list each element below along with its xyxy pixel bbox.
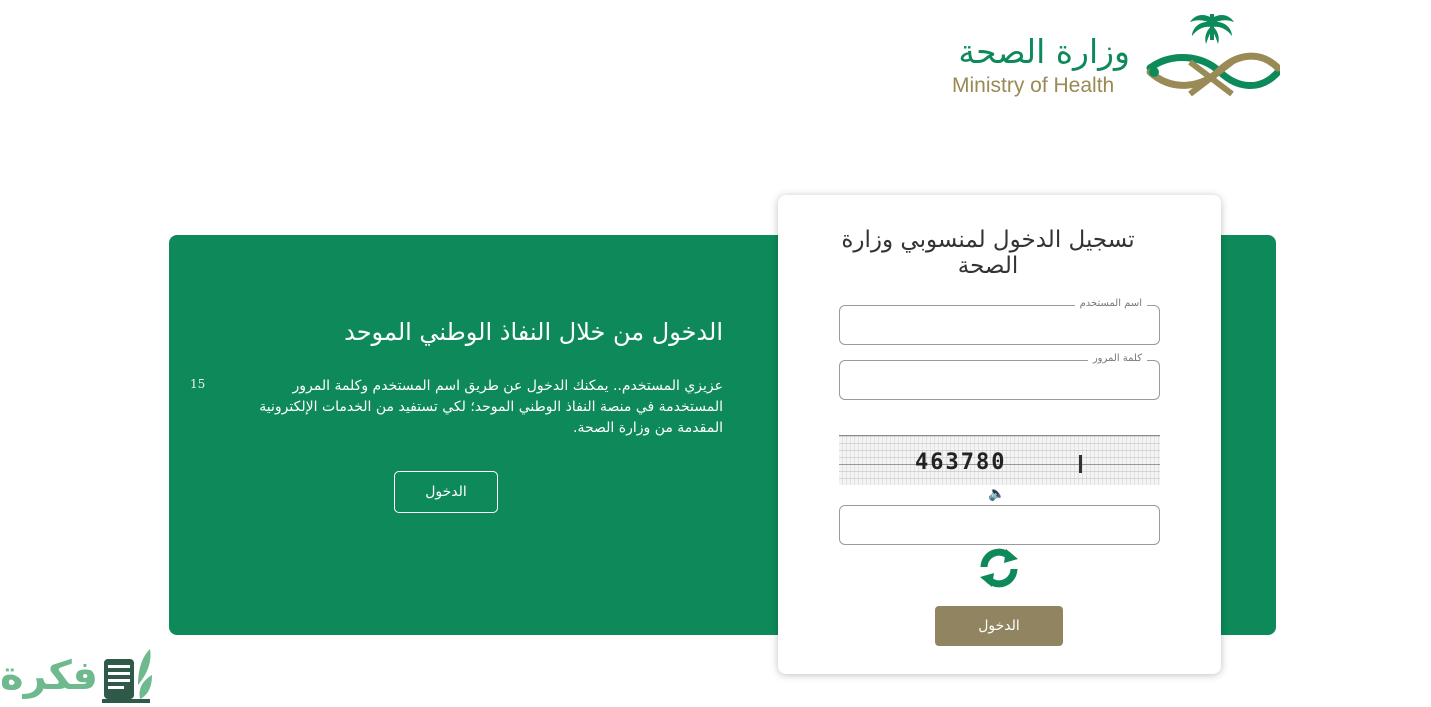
username-field-wrapper: اسم المستخدم [839,298,1160,345]
refresh-icon[interactable] [976,545,1022,591]
login-title: تسجيل الدخول لمنسوبي وزارة الصحة [841,227,1135,279]
watermark-logo: فكرة [0,645,155,707]
login-submit-button[interactable]: الدخول [935,606,1063,646]
password-field-wrapper: كلمة المرور [839,353,1160,400]
logo-arabic-text: وزارة الصحة [958,32,1130,71]
username-label: اسم المستخدم [1074,298,1147,309]
ministry-logo: وزارة الصحة Ministry of Health [950,10,1280,102]
username-input[interactable] [840,306,1159,344]
captcha-text: 463780 [915,450,1007,475]
login-page: وزارة الصحة Ministry of Health الدخول من… [0,0,1431,707]
captcha-field-wrapper [839,505,1160,545]
book-leaf-icon [102,649,152,703]
password-label: كلمة المرور [1087,353,1147,364]
captcha-noise-bar [1079,455,1082,473]
captcha-image: 463780 [839,435,1160,485]
watermark-text: فكرة [0,653,98,699]
speaker-icon[interactable]: 🔈 [988,486,1005,502]
nafath-number: 15 [190,377,206,391]
logo-english-text: Ministry of Health [952,74,1115,97]
login-card: تسجيل الدخول لمنسوبي وزارة الصحة اسم الم… [778,195,1221,674]
password-input[interactable] [840,361,1159,399]
nafath-title: الدخول من خلال النفاذ الوطني الموحد [344,318,723,346]
moh-emblem-icon [1146,14,1280,97]
nafath-login-button[interactable]: الدخول [394,471,498,513]
captcha-input[interactable] [840,506,1159,544]
nafath-description: عزيزي المستخدم.. يمكنك الدخول عن طريق اس… [259,378,723,436]
